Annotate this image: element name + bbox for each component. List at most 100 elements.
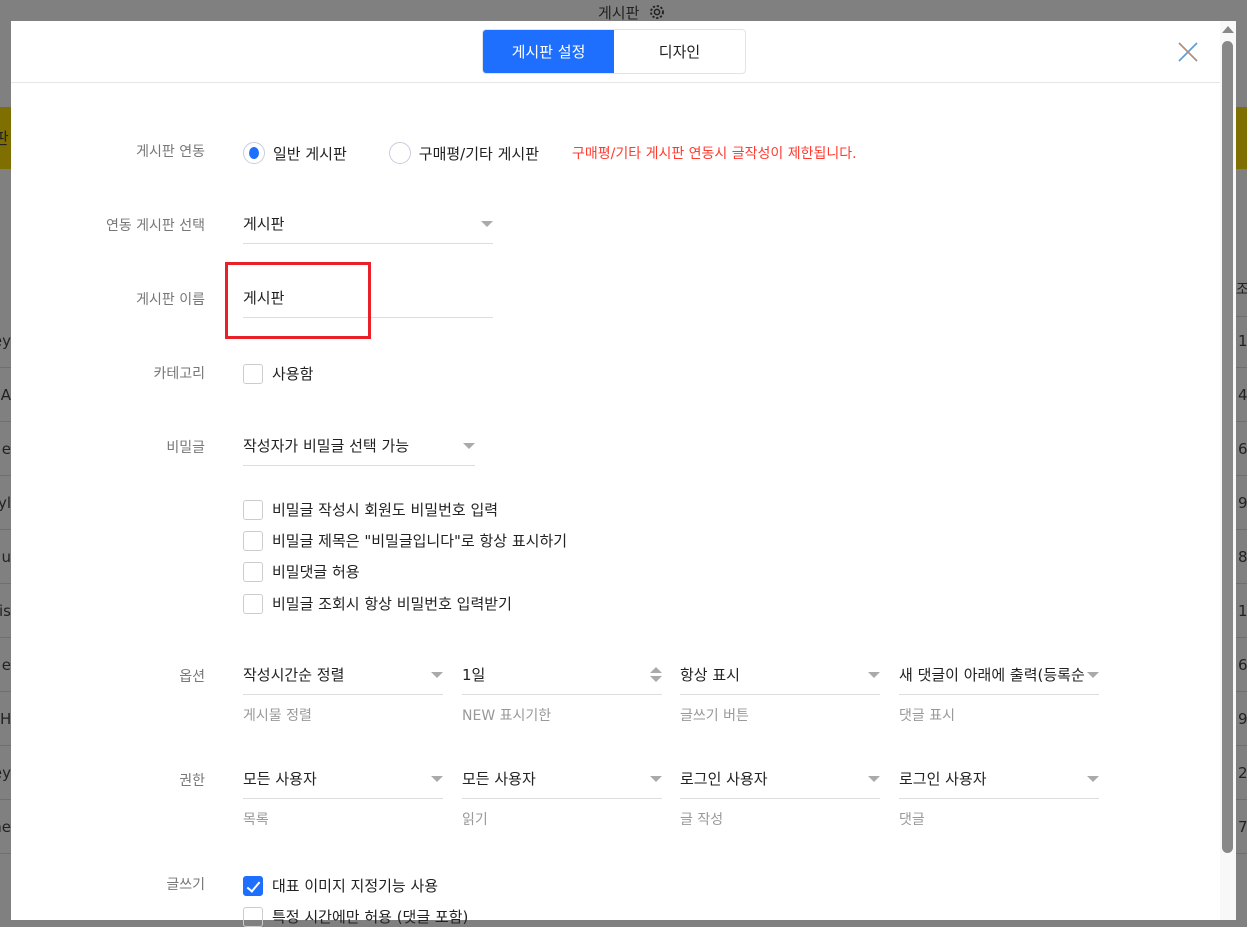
new-period-value: 1일 [462, 666, 486, 684]
background-column-header: 조회 [1236, 263, 1247, 317]
background-row: ne [0, 800, 11, 854]
secret-option-checkbox[interactable] [243, 561, 263, 582]
secret-option-label[interactable]: 비밀글 제목은 "비밀글입니다"로 항상 표시하기 [272, 530, 567, 551]
header-divider [11, 82, 1220, 83]
background-row-count: 8 [1236, 530, 1247, 584]
chevron-down-icon [431, 671, 443, 678]
write-permission-dropdown[interactable]: 로그인 사용자 [680, 759, 880, 799]
radio-general-board-label[interactable]: 일반 게시판 [273, 143, 347, 164]
background-row-count: 7 [1236, 800, 1247, 854]
secret-option-label[interactable]: 비밀글 조회시 항상 비밀번호 입력받기 [272, 593, 512, 614]
new-period-caption: NEW 표시기한 [462, 708, 552, 724]
chevron-down-icon [1087, 671, 1099, 678]
background-row-count: 10 [1236, 314, 1247, 368]
secret-option-label[interactable]: 비밀댓글 허용 [272, 561, 360, 582]
new-period-stepper[interactable]: 1일 [462, 655, 662, 695]
select-board-dropdown[interactable]: 게시판 [243, 204, 493, 244]
close-icon[interactable] [1176, 40, 1200, 64]
category-label: 카테고리 [153, 366, 205, 382]
scrollbar[interactable] [1220, 21, 1236, 920]
tab-board-settings[interactable]: 게시판 설정 [483, 30, 614, 73]
select-board-label: 연동 게시판 선택 [105, 218, 205, 234]
comment-permission-caption: 댓글 [899, 812, 925, 828]
comment-display-value: 새 댓글이 아래에 출력(등록순 [899, 666, 1085, 684]
comment-display-caption: 댓글 표시 [899, 708, 955, 724]
gear-icon [650, 5, 664, 19]
comment-display-dropdown[interactable]: 새 댓글이 아래에 출력(등록순 [899, 655, 1099, 695]
secret-option-checkbox[interactable] [243, 499, 263, 520]
background-title: 게시판 [598, 4, 640, 22]
radio-general-board[interactable] [243, 142, 265, 164]
write-permission-value: 로그인 사용자 [680, 770, 768, 788]
select-board-value: 게시판 [243, 215, 285, 233]
list-permission-value: 모든 사용자 [243, 770, 317, 788]
background-header-band: 판 [0, 107, 11, 169]
link-warning: 구매평/기타 게시판 연동시 글작성이 제한됩니다. [572, 146, 857, 162]
background-row: e [0, 638, 11, 692]
board-settings-modal: 게시판 설정 디자인 게시판 연동 일반 게시판 구매평/기타 게시판 구매평/… [11, 21, 1220, 927]
secret-option-checkbox[interactable] [243, 530, 263, 551]
tab-group: 게시판 설정 디자인 [482, 29, 746, 74]
stepper-arrows-icon[interactable] [650, 667, 662, 682]
background-row: e [0, 422, 11, 476]
featured-image-label[interactable]: 대표 이미지 지정기능 사용 [272, 875, 438, 896]
secret-label: 비밀글 [166, 440, 205, 456]
sort-caption: 게시물 정렬 [243, 708, 312, 724]
secret-option-checkbox[interactable] [243, 593, 263, 614]
chevron-down-icon [868, 671, 880, 678]
chevron-down-icon [650, 775, 662, 782]
background-row: ey [0, 314, 11, 368]
tab-design[interactable]: 디자인 [614, 30, 745, 73]
chevron-down-icon [868, 775, 880, 782]
board-name-label: 게시판 이름 [136, 292, 205, 308]
background-row: yl [0, 476, 11, 530]
background-row-count: 4 [1236, 368, 1247, 422]
write-button-caption: 글쓰기 버튼 [680, 708, 749, 724]
write-button-value: 항상 표시 [680, 666, 740, 684]
writing-label: 글쓰기 [166, 877, 205, 893]
secret-value: 작성자가 비밀글 선택 가능 [243, 437, 410, 455]
category-checkbox-label[interactable]: 사용함 [272, 363, 313, 384]
category-checkbox[interactable] [243, 363, 263, 384]
highlight-box [225, 262, 371, 339]
secret-option-label[interactable]: 비밀글 작성시 회원도 비밀번호 입력 [272, 499, 498, 520]
background-row-count: 6 [1236, 638, 1247, 692]
scrollbar-thumb[interactable] [1222, 41, 1233, 853]
radio-review-board[interactable] [388, 142, 411, 164]
background-row: u [0, 530, 11, 584]
background-row-count: 9 [1236, 476, 1247, 530]
list-permission-dropdown[interactable]: 모든 사용자 [243, 759, 443, 799]
background-row-count: 1 [1236, 584, 1247, 638]
comment-permission-value: 로그인 사용자 [899, 770, 987, 788]
secret-dropdown[interactable]: 작성자가 비밀글 선택 가능 [243, 426, 475, 466]
featured-image-checkbox[interactable] [243, 875, 263, 896]
write-button-dropdown[interactable]: 항상 표시 [680, 655, 880, 695]
chevron-down-icon [481, 220, 493, 227]
background-row-count: 9 [1236, 692, 1247, 746]
read-permission-value: 모든 사용자 [462, 770, 536, 788]
background-row: ey [0, 746, 11, 800]
background-row: e H [0, 692, 11, 746]
chevron-down-icon [1087, 775, 1099, 782]
time-limit-checkbox[interactable] [243, 906, 263, 927]
radio-review-board-label[interactable]: 구매평/기타 게시판 [419, 143, 539, 164]
link-label: 게시판 연동 [136, 144, 205, 160]
comment-permission-dropdown[interactable]: 로그인 사용자 [899, 759, 1099, 799]
permissions-label: 권한 [179, 773, 205, 789]
chevron-down-icon [463, 442, 475, 449]
scroll-up-icon[interactable] [1222, 26, 1234, 33]
read-permission-dropdown[interactable]: 모든 사용자 [462, 759, 662, 799]
sort-dropdown[interactable]: 작성시간순 정렬 [243, 655, 443, 695]
chevron-down-icon [431, 775, 443, 782]
background-row-count: 6 [1236, 422, 1247, 476]
list-permission-caption: 목록 [243, 812, 269, 828]
background-row: A [0, 368, 11, 422]
time-limit-label[interactable]: 특정 시간에만 허용 (댓글 포함) [272, 906, 468, 927]
write-permission-caption: 글 작성 [680, 812, 724, 828]
options-label: 옵션 [179, 669, 205, 685]
read-permission-caption: 읽기 [462, 812, 488, 828]
background-row-count: 2 [1236, 746, 1247, 800]
sort-value: 작성시간순 정렬 [243, 666, 345, 684]
background-header-band-right [1236, 107, 1247, 169]
background-row: is [0, 584, 11, 638]
